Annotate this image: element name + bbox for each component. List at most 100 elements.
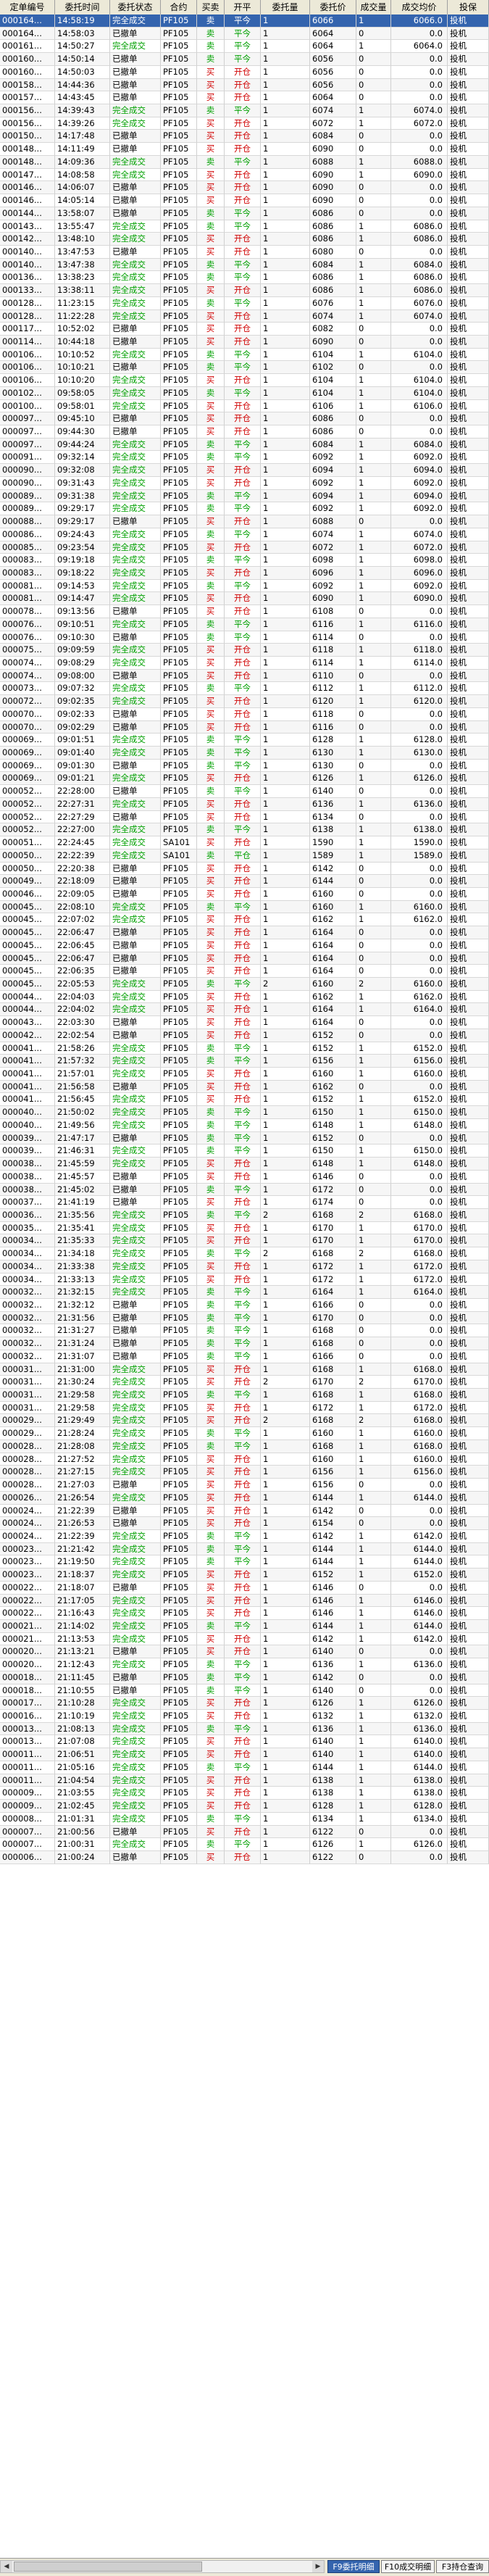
table-row[interactable]: 000041... 21:57:01 完全成交 PF105 买开仓 1 6160 1 6160.… [0, 1068, 489, 1081]
table-row[interactable]: 000045... 22:06:47 已撤单 PF105 买开仓 1 6164 0 0.0 投机 [0, 952, 489, 965]
table-row[interactable]: 000039... 21:46:31 完全成交 PF105 卖平今 1 6150 1 6150.… [0, 1144, 489, 1158]
table-row[interactable]: 000081... 09:14:47 完全成交 PF105 买开仓 1 6090 1 6090.… [0, 592, 489, 606]
table-row[interactable]: 000090... 09:31:43 完全成交 PF105 买开仓 1 6092 1 6092.… [0, 476, 489, 490]
table-row[interactable]: 000042... 22:02:54 已撤单 PF105 买开仓 1 6152 0 0.0 投机 [0, 1029, 489, 1042]
table-row[interactable]: 000097... 09:45:10 已撤单 PF105 买开仓 1 6086 0 0.0 投机 [0, 412, 489, 426]
table-row[interactable]: 000016... 21:10:19 完全成交 PF105 买开仓 1 6132 1 6132.… [0, 1710, 489, 1723]
table-row[interactable]: 000031... 21:29:58 完全成交 PF105 卖平今 1 6168 1 6168.… [0, 1389, 489, 1402]
table-row[interactable]: 000069... 09:01:21 完全成交 PF105 买开仓 1 6126 1 6126.… [0, 772, 489, 786]
table-row[interactable]: 000157... 14:43:45 已撤单 PF105 买开仓 1 6064 0 0.0 投机 [0, 91, 489, 105]
table-row[interactable]: 000075... 09:09:59 完全成交 PF105 买开仓 1 6118 1 6118.… [0, 644, 489, 657]
table-row[interactable]: 000029... 21:29:49 完全成交 PF105 买开仓 2 6168 2 6168.… [0, 1414, 489, 1428]
table-row[interactable]: 000148... 14:09:36 完全成交 PF105 卖平今 1 6088 1 6088.… [0, 155, 489, 169]
table-row[interactable]: 000021... 21:13:53 完全成交 PF105 买开仓 1 6142 1 6142.… [0, 1632, 489, 1646]
table-row[interactable]: 000089... 09:31:38 完全成交 PF105 卖平今 1 6094 1 6094.… [0, 489, 489, 503]
table-row[interactable]: 000009... 21:02:45 完全成交 PF105 买开仓 1 6128 1 6128.… [0, 1800, 489, 1813]
table-row[interactable]: 000070... 09:02:33 已撤单 PF105 买开仓 1 6118 0 0.0 投机 [0, 707, 489, 721]
table-row[interactable]: 000028... 21:27:52 完全成交 PF105 买开仓 1 6160 1 6160.… [0, 1453, 489, 1466]
table-row[interactable]: 000100... 09:58:01 完全成交 PF105 买开仓 1 6106 1 6106.… [0, 399, 489, 413]
table-row[interactable]: 000074... 09:08:29 完全成交 PF105 买开仓 1 6114 1 6114.… [0, 657, 489, 670]
table-row[interactable]: 000085... 09:23:54 完全成交 PF105 买开仓 1 6072 1 6072.… [0, 541, 489, 554]
col-header-open[interactable]: 开平 [225, 0, 261, 14]
table-row[interactable]: 000140... 13:47:53 已撤单 PF105 买开仓 1 6080 0 0.0 投机 [0, 245, 489, 259]
table-row[interactable]: 000160... 14:50:03 已撤单 PF105 买开仓 1 6056 0 0.0 投机 [0, 65, 489, 79]
table-row[interactable]: 000034... 21:35:33 完全成交 PF105 买开仓 1 6170 1 6170.… [0, 1234, 489, 1248]
table-row[interactable]: 000106... 10:10:20 完全成交 PF105 买开仓 1 6104 1 6104.… [0, 374, 489, 387]
table-row[interactable]: 000009... 21:03:55 完全成交 PF105 买开仓 1 6138 1 6138.… [0, 1787, 489, 1800]
table-row[interactable]: 000007... 21:00:31 完全成交 PF105 卖平今 1 6126 1 6126.… [0, 1838, 489, 1851]
table-row[interactable]: 000028... 21:27:03 已撤单 PF105 买开仓 1 6156 0 0.0 投机 [0, 1479, 489, 1492]
table-row[interactable]: 000073... 09:07:32 完全成交 PF105 卖平今 1 6112 1 6112.… [0, 682, 489, 696]
table-row[interactable]: 000028... 21:28:08 完全成交 PF105 卖平今 1 6168 1 6168.… [0, 1439, 489, 1453]
table-row[interactable]: 000156... 14:39:43 完全成交 PF105 卖平今 1 6074 1 6074.… [0, 104, 489, 117]
table-row[interactable]: 000038... 21:45:02 已撤单 PF105 卖平今 1 6172 0 0.0 投机 [0, 1183, 489, 1197]
table-row[interactable]: 000045... 22:08:10 完全成交 PF105 卖平今 1 6160 1 6160.… [0, 900, 489, 914]
horizontal-scrollbar[interactable]: ◀ ▶ [0, 2560, 325, 2573]
tab-trade-detail[interactable]: F10成交明细 [381, 2560, 435, 2573]
table-row[interactable]: 000032... 21:31:24 已撤单 PF105 卖平今 1 6168 0 0.0 投机 [0, 1337, 489, 1350]
table-row[interactable]: 000102... 09:58:05 完全成交 PF105 卖平今 1 6104 1 6104.… [0, 386, 489, 400]
table-row[interactable]: 000023... 21:18:37 完全成交 PF105 买开仓 1 6152 1 6152.… [0, 1569, 489, 1582]
table-row[interactable]: 000128... 11:22:28 完全成交 PF105 买开仓 1 6074 1 6074.… [0, 309, 489, 323]
table-row[interactable]: 000023... 21:21:42 完全成交 PF105 卖平今 1 6144 1 6144.… [0, 1542, 489, 1556]
table-row[interactable]: 000072... 09:02:35 完全成交 PF105 买开仓 1 6120 1 6120.… [0, 695, 489, 708]
table-row[interactable]: 000136... 13:38:23 完全成交 PF105 卖平今 1 6086 1 6086.… [0, 271, 489, 285]
table-row[interactable]: 000052... 22:27:00 完全成交 PF105 卖平今 1 6138 1 6138.… [0, 823, 489, 837]
table-row[interactable]: 000011... 21:04:54 完全成交 PF105 买开仓 1 6138 1 6138.… [0, 1774, 489, 1787]
table-row[interactable]: 000041... 21:58:26 完全成交 PF105 卖平今 1 6152 1 6152.… [0, 1042, 489, 1055]
table-row[interactable]: 000032... 21:32:15 完全成交 PF105 卖平今 1 6164 1 6164.… [0, 1286, 489, 1299]
table-row[interactable]: 000049... 22:18:09 已撤单 PF105 买开仓 1 6144 0 0.0 投机 [0, 875, 489, 888]
table-row[interactable]: 000133... 13:38:11 完全成交 PF105 买开仓 1 6086 1 6086.… [0, 284, 489, 297]
table-row[interactable]: 000023... 21:19:50 完全成交 PF105 卖平今 1 6144 1 6144.… [0, 1555, 489, 1569]
col-header-hedge[interactable]: 投保 [448, 0, 489, 14]
table-row[interactable]: 000089... 09:29:17 完全成交 PF105 卖平今 1 6092 1 6092.… [0, 502, 489, 516]
table-row[interactable]: 000045... 22:07:02 完全成交 PF105 买开仓 1 6162 1 6162.… [0, 913, 489, 927]
table-row[interactable]: 000088... 09:29:17 已撤单 PF105 买开仓 1 6088 0 0.0 投机 [0, 515, 489, 528]
table-row[interactable]: 000069... 09:01:30 已撤单 PF105 卖平今 1 6130 0 0.0 投机 [0, 759, 489, 773]
table-row[interactable]: 000076... 09:10:30 已撤单 PF105 卖平今 1 6114 0 0.0 投机 [0, 631, 489, 644]
table-row[interactable]: 000076... 09:10:51 完全成交 PF105 卖平今 1 6116 1 6116.… [0, 618, 489, 631]
col-header-price[interactable]: 委托价 [310, 0, 356, 14]
table-row[interactable]: 000143... 13:55:47 完全成交 PF105 卖平今 1 6086 1 6086.… [0, 220, 489, 233]
table-row[interactable]: 000031... 21:30:24 完全成交 PF105 买开仓 2 6170 2 6170.… [0, 1376, 489, 1389]
table-row[interactable]: 000083... 09:18:22 完全成交 PF105 买开仓 1 6096 1 6096.… [0, 566, 489, 580]
table-row[interactable]: 000013... 21:08:13 完全成交 PF105 卖平今 1 6136 1 6136.… [0, 1722, 489, 1736]
table-row[interactable]: 000029... 21:28:24 完全成交 PF105 卖平今 1 6160 1 6160.… [0, 1427, 489, 1440]
table-row[interactable]: 000024... 21:26:53 已撤单 PF105 买开仓 1 6154 0 0.0 投机 [0, 1517, 489, 1530]
table-row[interactable]: 000038... 21:45:57 已撤单 PF105 买开仓 1 6146 0 0.0 投机 [0, 1170, 489, 1184]
table-row[interactable]: 000036... 21:35:56 完全成交 PF105 卖平今 2 6168 2 6168.… [0, 1208, 489, 1222]
table-row[interactable]: 000043... 22:03:30 已撤单 PF105 买开仓 1 6164 0 0.0 投机 [0, 1016, 489, 1029]
table-row[interactable]: 000140... 13:47:38 完全成交 PF105 卖平今 1 6084 1 6084.… [0, 258, 489, 272]
col-header-side[interactable]: 买卖 [197, 0, 225, 14]
col-header-time[interactable]: 委托时间 [55, 0, 110, 14]
table-row[interactable]: 000020... 21:13:21 已撤单 PF105 买开仓 1 6140 0 0.0 投机 [0, 1645, 489, 1659]
col-header-id[interactable]: 定单编号 [0, 0, 55, 14]
table-row[interactable]: 000106... 10:10:52 完全成交 PF105 卖平今 1 6104 1 6104.… [0, 348, 489, 362]
table-row[interactable]: 000161... 14:50:27 完全成交 PF105 卖平今 1 6064 1 6064.… [0, 40, 489, 54]
table-row[interactable]: 000024... 21:22:39 完全成交 PF105 卖平今 1 6142 1 6142.… [0, 1529, 489, 1543]
table-row[interactable]: 000024... 21:22:39 已撤单 PF105 买开仓 1 6142 0 0.0 投机 [0, 1504, 489, 1518]
table-row[interactable]: 000051... 22:24:45 完全成交 SA101 买开仓 1 1590 1 1590.… [0, 836, 489, 849]
table-row[interactable]: 000013... 21:07:08 完全成交 PF105 买开仓 1 6140 1 6140.… [0, 1735, 489, 1749]
table-row[interactable]: 000091... 09:32:14 完全成交 PF105 卖平今 1 6092 1 6092.… [0, 451, 489, 465]
table-row[interactable]: 000144... 13:58:07 已撤单 PF105 卖平今 1 6086 0 0.0 投机 [0, 207, 489, 220]
table-row[interactable]: 000039... 21:47:17 已撤单 PF105 卖平今 1 6152 0 0.0 投机 [0, 1131, 489, 1145]
table-row[interactable]: 000128... 11:23:15 完全成交 PF105 卖平今 1 6076 1 6076.… [0, 296, 489, 310]
table-row[interactable]: 000074... 09:08:00 已撤单 PF105 买开仓 1 6110 0 0.0 投机 [0, 669, 489, 683]
table-row[interactable]: 000117... 10:52:02 已撤单 PF105 买开仓 1 6082 0 0.0 投机 [0, 323, 489, 336]
table-row[interactable]: 000034... 21:33:13 完全成交 PF105 买开仓 1 6172 1 6172.… [0, 1273, 489, 1287]
table-row[interactable]: 000021... 21:14:02 完全成交 PF105 卖平今 1 6144 1 6144.… [0, 1620, 489, 1633]
table-row[interactable]: 000114... 10:44:18 已撤单 PF105 买开仓 1 6090 0 0.0 投机 [0, 336, 489, 349]
table-row[interactable]: 000044... 22:04:03 完全成交 PF105 买开仓 1 6162 1 6162.… [0, 990, 489, 1004]
table-row[interactable]: 000040... 21:50:02 完全成交 PF105 卖平今 1 6150 1 6150.… [0, 1106, 489, 1119]
table-row[interactable]: 000018... 21:10:55 已撤单 PF105 卖平今 1 6140 0 0.0 投机 [0, 1684, 489, 1698]
table-row[interactable]: 000045... 22:06:47 已撤单 PF105 买开仓 1 6164 0 0.0 投机 [0, 926, 489, 939]
table-row[interactable]: 000160... 14:50:14 已撤单 PF105 卖平今 1 6056 0 0.0 投机 [0, 53, 489, 66]
table-row[interactable]: 000031... 21:29:58 完全成交 PF105 买开仓 1 6172 1 6172.… [0, 1401, 489, 1415]
table-row[interactable]: 000037... 21:41:19 已撤单 PF105 买开仓 1 6174 0 0.0 投机 [0, 1196, 489, 1209]
table-row[interactable]: 000041... 21:56:58 已撤单 PF105 买开仓 1 6162 0 0.0 投机 [0, 1080, 489, 1094]
table-row[interactable]: 000090... 09:32:08 完全成交 PF105 买开仓 1 6094 1 6094.… [0, 464, 489, 477]
table-row[interactable]: 000052... 22:27:29 已撤单 PF105 买开仓 1 6134 0 0.0 投机 [0, 810, 489, 824]
table-row[interactable]: 000086... 09:24:43 完全成交 PF105 卖平今 1 6074 1 6074.… [0, 528, 489, 541]
table-row[interactable]: 000032... 21:31:07 已撤单 PF105 卖平今 1 6166 0 0.0 投机 [0, 1350, 489, 1363]
